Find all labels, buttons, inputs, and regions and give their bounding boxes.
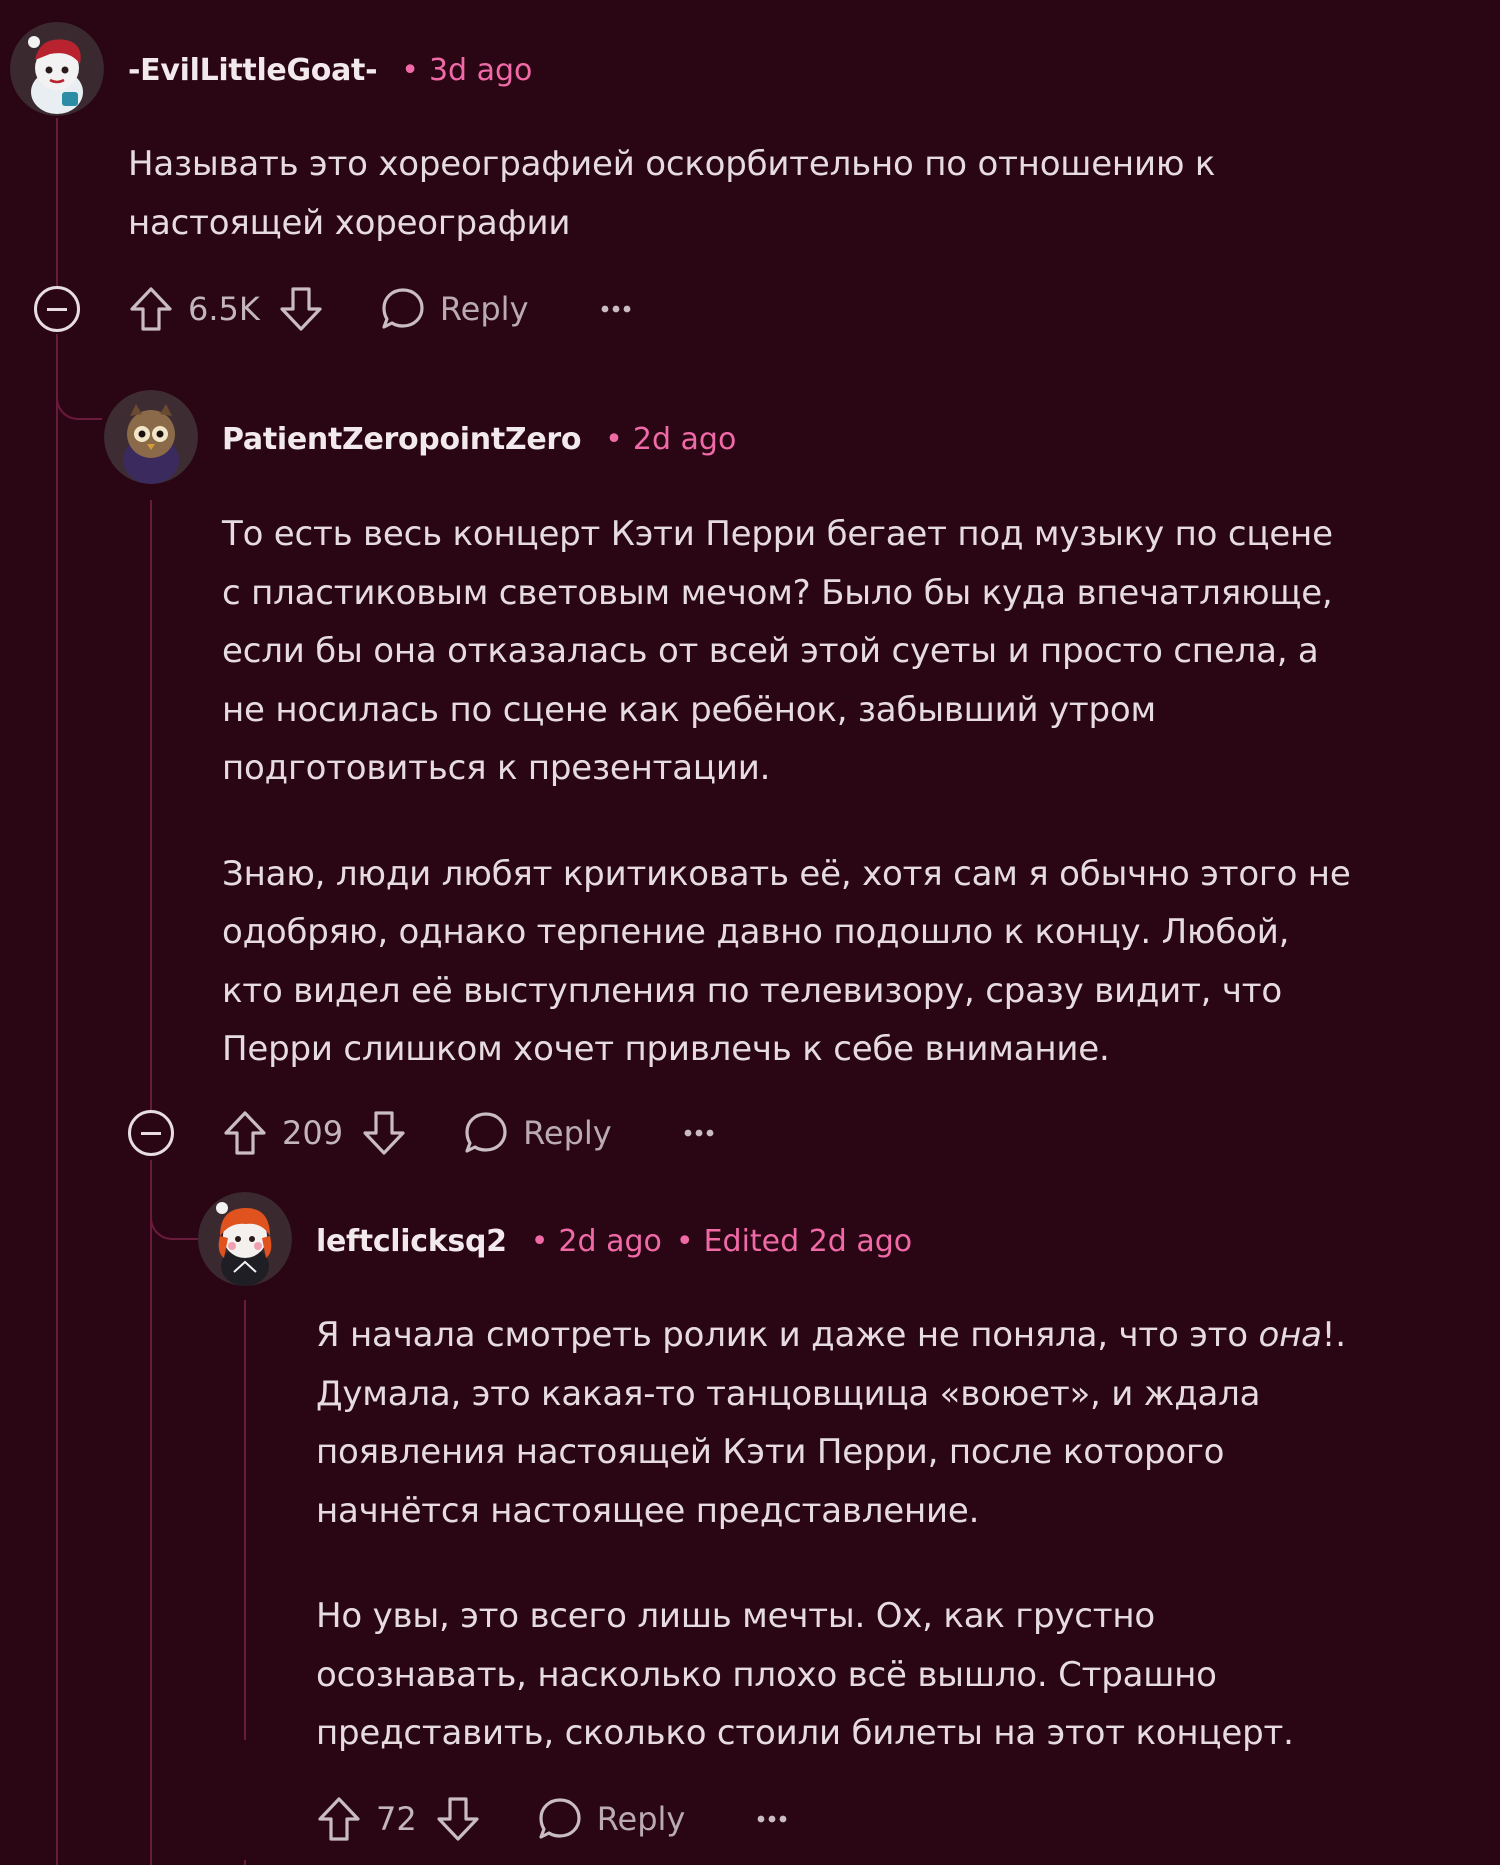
thread-elbow-level-3	[150, 1180, 198, 1240]
vote-count: 209	[282, 1114, 344, 1152]
avatar[interactable]	[10, 22, 104, 116]
more-options-icon	[757, 1814, 787, 1824]
thread-line-level-2	[150, 500, 152, 1110]
comment-body: Я начала смотреть ролик и даже не поняла…	[316, 1306, 1492, 1763]
comment-paragraph: Называть это хореографией оскорбительно …	[128, 144, 1216, 243]
comment-bubble-icon	[380, 286, 426, 332]
thread-line-level-3	[244, 1300, 246, 1740]
reply-button[interactable]: Reply	[537, 1796, 686, 1842]
avatar-icon	[104, 390, 198, 484]
reply-button[interactable]: Reply	[463, 1110, 612, 1156]
separator-dot: •	[401, 52, 419, 88]
comment-timestamp[interactable]: 3d ago	[429, 53, 532, 88]
comment-timestamp[interactable]: 2d ago	[558, 1224, 661, 1259]
comment-paragraph: Знаю, люди любят критиковать её, хотя са…	[222, 853, 1351, 1070]
comment-author[interactable]: leftclicksq2	[316, 1224, 507, 1259]
comment-meta: leftclicksq2 • 2d ago • Edited 2d ago	[316, 1216, 912, 1266]
comment-actions: 72 Reply	[316, 1789, 787, 1849]
avatar-icon	[198, 1192, 292, 1286]
thread-line-level-1-lower	[56, 334, 58, 1865]
comment-bubble-icon	[537, 1796, 583, 1842]
upvote-icon[interactable]	[128, 285, 174, 333]
vote-count: 72	[376, 1800, 417, 1838]
thread-line-level-1	[56, 118, 58, 288]
reply-label: Reply	[523, 1114, 612, 1152]
thread-elbow-level-2	[56, 360, 102, 420]
comment-meta: PatientZeropointZero • 2d ago	[222, 414, 736, 464]
comment-paragraph: Но увы, это всего лишь мечты. Ох, как гр…	[316, 1596, 1294, 1753]
more-options-button[interactable]	[757, 1814, 787, 1824]
avatar-icon	[10, 22, 104, 116]
upvote-icon[interactable]	[222, 1109, 268, 1157]
paragraph-text: Я начала смотреть ролик и даже не поняла…	[316, 1315, 1259, 1355]
comment-paragraph: Я начала смотреть ролик и даже не поняла…	[316, 1306, 1492, 1540]
comment-author[interactable]: -EvilLittleGoat-	[128, 53, 378, 88]
more-options-button[interactable]	[684, 1128, 714, 1138]
comment-body: То есть весь концерт Кэти Перри бегает п…	[222, 505, 1492, 1079]
separator-dot: •	[605, 421, 623, 457]
comment-actions: 209 Reply	[222, 1103, 714, 1163]
upvote-icon[interactable]	[316, 1795, 362, 1843]
emphasized-text: она	[1258, 1315, 1322, 1355]
edited-label: Edited 2d ago	[703, 1223, 913, 1259]
more-options-icon	[684, 1128, 714, 1138]
comment-bubble-icon	[463, 1110, 509, 1156]
reply-label: Reply	[439, 290, 529, 328]
comment-timestamp[interactable]: 2d ago	[633, 422, 736, 457]
more-options-button[interactable]	[601, 304, 631, 314]
separator-dot: •	[530, 1223, 549, 1259]
reply-button[interactable]: Reply	[380, 286, 529, 332]
downvote-icon[interactable]	[361, 1109, 407, 1157]
comment-paragraph: То есть весь концерт Кэти Перри бегает п…	[222, 514, 1333, 788]
collapse-thread-button[interactable]	[128, 1110, 174, 1156]
separator-dot: •	[675, 1223, 694, 1259]
reply-label: Reply	[596, 1800, 686, 1838]
avatar[interactable]	[198, 1192, 292, 1286]
downvote-icon[interactable]	[435, 1795, 481, 1843]
downvote-icon[interactable]	[278, 285, 324, 333]
comment-meta: -EvilLittleGoat- • 3d ago	[128, 45, 532, 95]
thread-line-level-2-lower	[150, 1160, 152, 1865]
vote-count: 6.5K	[188, 290, 260, 328]
comment-author[interactable]: PatientZeropointZero	[222, 422, 581, 457]
thread-line-level-3-lower	[244, 1860, 246, 1865]
collapse-thread-button[interactable]	[34, 286, 80, 332]
avatar[interactable]	[104, 390, 198, 484]
comment-actions: 6.5K Reply	[128, 279, 631, 339]
more-options-icon	[601, 304, 631, 314]
comment-body: Называть это хореографией оскорбительно …	[128, 135, 1478, 252]
